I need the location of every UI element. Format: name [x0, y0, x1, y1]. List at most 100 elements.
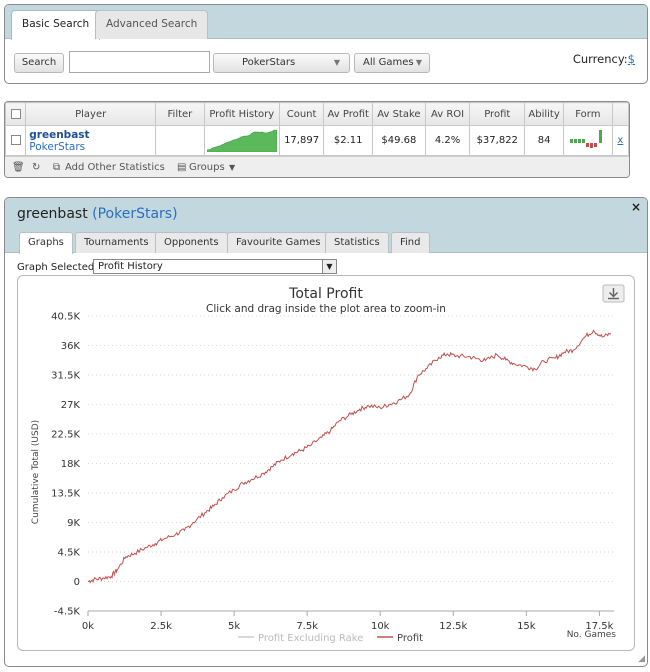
- legend-rake-label[interactable]: Profit Excluding Rake: [258, 633, 363, 644]
- table-row[interactable]: greenbast PokerStars 17,897 $2.11 $49.68…: [5, 125, 629, 156]
- y-tick-label: 31.5K: [51, 371, 80, 382]
- header-av-roi[interactable]: Av ROI: [424, 102, 471, 126]
- search-tabbar: Basic Search Advanced Search: [5, 5, 647, 40]
- player-detail-panel: greenbast (PokerStars) × Graphs Tourname…: [4, 197, 648, 667]
- form-bar: [598, 130, 602, 143]
- tab-graphs[interactable]: Graphs: [19, 232, 73, 254]
- y-axis-label: Cumulative Total (USD): [31, 420, 41, 524]
- tab-tournaments[interactable]: Tournaments: [75, 232, 158, 253]
- ability-cell: 84: [524, 125, 565, 156]
- profit-history-cell: [203, 125, 280, 156]
- form-bars: [569, 130, 602, 148]
- header-profit[interactable]: Profit: [469, 102, 526, 126]
- chevron-down-icon: ▼: [415, 58, 422, 67]
- y-tick-label: 36K: [61, 341, 81, 352]
- x-axis-ticks: 0k 2.5k 5k 7.5k 10k 12.5k 15k 17.5k: [82, 610, 614, 632]
- y-tick-label: 22.5K: [51, 430, 80, 441]
- form-bar: [581, 139, 585, 143]
- player-table: Player Filter Profit History Count Av Pr…: [5, 102, 629, 156]
- player-table-panel: Player Filter Profit History Count Av Pr…: [4, 101, 630, 178]
- tab-opponents[interactable]: Opponents: [155, 232, 228, 253]
- graph-select-value: Profit History: [98, 261, 163, 272]
- x-tick-label: 10k: [371, 621, 390, 632]
- y-tick-label: 27K: [61, 400, 81, 411]
- groups-menu[interactable]: Groups: [189, 162, 225, 173]
- y-tick-label: -4.5K: [54, 607, 81, 618]
- site-select-value: PokerStars: [242, 57, 296, 68]
- tab-find[interactable]: Find: [391, 232, 430, 253]
- x-tick-label: 5k: [228, 621, 240, 632]
- table-toolbar: 🗑 ↻ ⧉ Add Other Statistics ▤ Groups ▼: [5, 156, 629, 177]
- x-axis-label: No. Games: [567, 630, 617, 640]
- trash-icon[interactable]: 🗑: [12, 162, 25, 173]
- chart-container: Total Profit Click and drag inside the p…: [17, 275, 635, 651]
- detail-site[interactable]: PokerStars: [98, 206, 173, 222]
- y-tick-label: 4.5K: [58, 548, 81, 559]
- y-tick-label: 0: [74, 577, 80, 588]
- games-select-value: All Games: [363, 57, 414, 68]
- header-av-profit[interactable]: Av Profit: [323, 102, 374, 126]
- detail-title: greenbast (PokerStars): [17, 206, 178, 222]
- y-tick-label: 40.5K: [51, 312, 80, 323]
- refresh-icon[interactable]: ↻: [32, 162, 40, 173]
- form-bar: [593, 143, 597, 147]
- y-axis-ticks: -4.5K 0 4.5K 9K 13.5K 18K 22.5K 27K 31.5K 36K 40.5…: [51, 312, 80, 618]
- row-checkbox[interactable]: [10, 135, 21, 145]
- header-profit-history[interactable]: Profit History: [203, 102, 280, 126]
- search-button[interactable]: Search: [14, 53, 64, 73]
- tab-advanced-search[interactable]: Advanced Search: [95, 10, 209, 39]
- graph-select[interactable]: Profit History ▼: [93, 259, 337, 274]
- search-input[interactable]: [69, 51, 210, 73]
- graph-selected-label: Graph Selected:: [17, 262, 98, 273]
- x-tick-label: 15k: [517, 621, 536, 632]
- chart-legend: Profit Excluding Rake Profit: [238, 633, 423, 644]
- y-tick-label: 13.5K: [51, 489, 80, 500]
- detail-player-name: greenbast: [17, 206, 88, 222]
- currency-link[interactable]: $: [628, 52, 635, 66]
- close-icon[interactable]: ×: [631, 200, 641, 214]
- download-button[interactable]: [602, 284, 625, 303]
- av-roi-cell: 4.2%: [424, 125, 471, 156]
- groups-icon: ▤: [177, 162, 187, 173]
- remove-player-link[interactable]: x: [611, 125, 629, 156]
- tab-basic-search[interactable]: Basic Search: [11, 10, 101, 40]
- y-tick-label: 18K: [61, 459, 81, 470]
- x-tick-label: 7.5k: [296, 621, 318, 632]
- profit-sparkline: [206, 129, 278, 153]
- form-bar: [589, 143, 593, 148]
- select-all-checkbox[interactable]: [10, 108, 21, 119]
- profit-chart[interactable]: Total Profit Click and drag inside the p…: [18, 276, 634, 650]
- detail-header: greenbast (PokerStars) × Graphs Tourname…: [5, 198, 647, 254]
- add-other-statistics-link[interactable]: Add Other Statistics: [65, 162, 165, 173]
- header-av-stake[interactable]: Av Stake: [372, 102, 426, 126]
- select-all-cell[interactable]: [5, 102, 27, 126]
- site-select[interactable]: PokerStars ▼: [213, 53, 350, 73]
- header-form[interactable]: Form: [563, 102, 613, 126]
- header-ability[interactable]: Ability: [524, 102, 565, 126]
- filter-cell: [155, 125, 205, 156]
- form-bar: [573, 139, 577, 143]
- resize-handle-icon[interactable]: ◢: [638, 654, 645, 664]
- legend-profit-label[interactable]: Profit: [397, 633, 423, 644]
- player-site-link[interactable]: PokerStars: [29, 141, 152, 153]
- header-filter[interactable]: Filter: [155, 102, 205, 126]
- tab-favourite-games[interactable]: Favourite Games: [227, 232, 330, 253]
- player-name-link[interactable]: greenbast: [29, 129, 152, 141]
- count-cell: 17,897: [278, 125, 325, 156]
- player-cell: greenbast PokerStars: [25, 125, 157, 156]
- detail-site-close: ): [172, 206, 178, 222]
- form-bar: [569, 139, 573, 143]
- games-select[interactable]: All Games ▼: [354, 53, 430, 73]
- currency-setting: Currency:$: [573, 52, 635, 66]
- form-bar: [577, 139, 581, 143]
- form-bar: [585, 143, 589, 147]
- chevron-down-icon: ▼: [333, 58, 340, 67]
- table-header: Player Filter Profit History Count Av Pr…: [5, 102, 629, 126]
- chart-subtitle: Click and drag inside the plot area to z…: [206, 303, 446, 315]
- form-cell: [563, 125, 613, 156]
- chart-grid: [88, 315, 614, 612]
- row-select-cell[interactable]: [5, 125, 27, 156]
- header-count[interactable]: Count: [278, 102, 325, 126]
- header-player[interactable]: Player: [25, 102, 157, 126]
- tab-statistics[interactable]: Statistics: [325, 232, 389, 253]
